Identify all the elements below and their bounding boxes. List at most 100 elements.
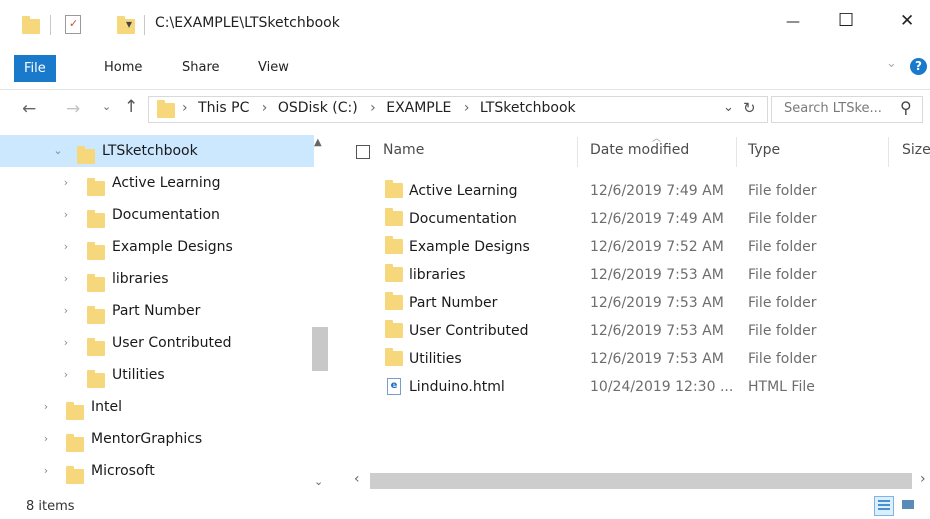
properties-icon[interactable]: ✓	[65, 15, 81, 34]
chevron-right-icon[interactable]: ›	[60, 295, 72, 327]
file-row[interactable]: Documentation 12/6/2019 7:49 AM File fol…	[340, 205, 930, 233]
file-row[interactable]: e Linduino.html 10/24/2019 12:30 ... HTM…	[340, 373, 930, 401]
chevron-right-icon[interactable]: ›	[60, 231, 72, 263]
nav-item-documentation[interactable]: › Documentation	[0, 199, 314, 231]
file-row[interactable]: libraries 12/6/2019 7:53 AM File folder	[340, 261, 930, 289]
item-count: 8 items	[26, 499, 75, 514]
qat-dropdown-icon[interactable]: ▾	[126, 17, 132, 31]
breadcrumb-example[interactable]: EXAMPLE	[386, 100, 451, 116]
minimize-button[interactable]: —	[786, 14, 800, 30]
chevron-right-icon[interactable]: ›	[40, 423, 52, 455]
folder-icon	[87, 274, 105, 292]
folder-icon	[66, 402, 84, 420]
file-row[interactable]: Active Learning 12/6/2019 7:49 AM File f…	[340, 177, 930, 205]
chevron-right-icon[interactable]: ›	[40, 455, 52, 487]
folder-icon	[385, 348, 403, 366]
close-button[interactable]: ✕	[900, 11, 914, 31]
location-folder-icon	[157, 100, 175, 118]
nav-item-label: User Contributed	[112, 335, 232, 351]
back-arrow-icon[interactable]: ←	[22, 99, 36, 119]
title-separator	[144, 15, 145, 35]
nav-item-ltsketchbook[interactable]: ⌄ LTSketchbook	[0, 135, 314, 167]
chevron-right-icon[interactable]: ›	[60, 199, 72, 231]
expand-ribbon-icon[interactable]: ⌄	[886, 56, 897, 71]
nav-item-intel[interactable]: › Intel	[0, 391, 314, 423]
nav-item-label: Part Number	[112, 303, 201, 319]
help-icon[interactable]: ?	[910, 58, 927, 75]
column-header-type[interactable]: Type	[748, 142, 780, 158]
chevron-right-icon[interactable]: ›	[60, 263, 72, 295]
breadcrumb-sep[interactable]: ›	[182, 100, 188, 116]
nav-scrollbar-thumb[interactable]	[312, 327, 328, 371]
file-date: 12/6/2019 7:53 AM	[590, 323, 724, 339]
chevron-right-icon[interactable]: ›	[60, 327, 72, 359]
recent-locations-icon[interactable]: ⌄	[102, 100, 111, 113]
nav-item-label: Intel	[91, 399, 122, 415]
folder-icon	[87, 178, 105, 196]
tab-file[interactable]: File	[14, 55, 56, 82]
maximize-button[interactable]: ☐	[838, 10, 854, 31]
file-row[interactable]: Example Designs 12/6/2019 7:52 AM File f…	[340, 233, 930, 261]
nav-item-example-designs[interactable]: › Example Designs	[0, 231, 314, 263]
file-name: User Contributed	[409, 323, 529, 339]
nav-item-microsoft[interactable]: › Microsoft	[0, 455, 314, 487]
breadcrumb-sep[interactable]: ›	[370, 100, 376, 116]
breadcrumb-ltsketchbook[interactable]: LTSketchbook	[480, 100, 576, 116]
breadcrumb: › This PC › OSDisk (C:) › EXAMPLE › LTSk…	[182, 100, 576, 116]
column-header-size[interactable]: Size	[902, 142, 930, 158]
file-name: Documentation	[409, 211, 517, 227]
forward-arrow-icon[interactable]: →	[66, 99, 80, 119]
scroll-left-icon[interactable]: ‹	[354, 471, 360, 487]
nav-item-libraries[interactable]: › libraries	[0, 263, 314, 295]
select-all-checkbox[interactable]	[356, 145, 370, 159]
nav-item-active-learning[interactable]: › Active Learning	[0, 167, 314, 199]
column-header-date-modified[interactable]: Date modified	[590, 142, 689, 158]
tab-home[interactable]: Home	[90, 53, 156, 83]
ribbon: File Home Share View ⌄ ?	[0, 46, 930, 90]
column-divider	[888, 137, 889, 167]
large-icons-view-icon[interactable]	[900, 497, 916, 513]
refresh-icon[interactable]: ↻	[743, 99, 756, 117]
address-bar[interactable]: › This PC › OSDisk (C:) › EXAMPLE › LTSk…	[148, 96, 768, 123]
up-arrow-icon[interactable]: ↑	[124, 97, 138, 117]
search-icon[interactable]: ⚲	[900, 98, 912, 117]
column-header-name[interactable]: Name	[383, 142, 424, 158]
nav-item-label: Example Designs	[112, 239, 233, 255]
file-type: File folder	[748, 239, 817, 255]
breadcrumb-sep[interactable]: ›	[262, 100, 268, 116]
file-date: 12/6/2019 7:49 AM	[590, 211, 724, 227]
file-date: 12/6/2019 7:49 AM	[590, 183, 724, 199]
chevron-right-icon[interactable]: ›	[60, 359, 72, 391]
chevron-right-icon[interactable]: ›	[60, 167, 72, 199]
file-row[interactable]: User Contributed 12/6/2019 7:53 AM File …	[340, 317, 930, 345]
nav-item-label: libraries	[112, 271, 169, 287]
file-row[interactable]: Utilities 12/6/2019 7:53 AM File folder	[340, 345, 930, 373]
search-box[interactable]: Search LTSke... ⚲	[771, 96, 923, 123]
scroll-down-icon[interactable]: ⌄	[314, 475, 323, 488]
nav-item-label: Documentation	[112, 207, 220, 223]
address-dropdown-icon[interactable]: ⌄	[723, 100, 734, 115]
nav-item-part-number[interactable]: › Part Number	[0, 295, 314, 327]
breadcrumb-this-pc[interactable]: This PC	[198, 100, 249, 116]
chevron-down-icon[interactable]: ⌄	[52, 135, 64, 167]
nav-item-utilities[interactable]: › Utilities	[0, 359, 314, 391]
scroll-up-icon[interactable]: ▲	[314, 137, 322, 148]
search-input[interactable]: Search LTSke...	[784, 101, 882, 116]
breadcrumb-osdisk[interactable]: OSDisk (C:)	[278, 100, 358, 116]
breadcrumb-sep[interactable]: ›	[464, 100, 470, 116]
navigation-pane: ⌄ LTSketchbook › Active Learning › Docum…	[0, 135, 330, 492]
file-row[interactable]: Part Number 12/6/2019 7:53 AM File folde…	[340, 289, 930, 317]
file-name: Utilities	[409, 351, 462, 367]
nav-item-user-contributed[interactable]: › User Contributed	[0, 327, 314, 359]
chevron-right-icon[interactable]: ›	[40, 391, 52, 423]
folder-icon	[22, 16, 40, 34]
tab-view[interactable]: View	[244, 53, 303, 83]
nav-item-mentorgraphics[interactable]: › MentorGraphics	[0, 423, 314, 455]
details-view-icon[interactable]	[874, 496, 894, 516]
folder-icon	[385, 180, 403, 198]
file-date: 12/6/2019 7:53 AM	[590, 267, 724, 283]
tab-share[interactable]: Share	[168, 53, 234, 83]
horizontal-scrollbar-thumb[interactable]	[370, 473, 912, 489]
file-name: libraries	[409, 267, 466, 283]
scroll-right-icon[interactable]: ›	[920, 471, 926, 487]
